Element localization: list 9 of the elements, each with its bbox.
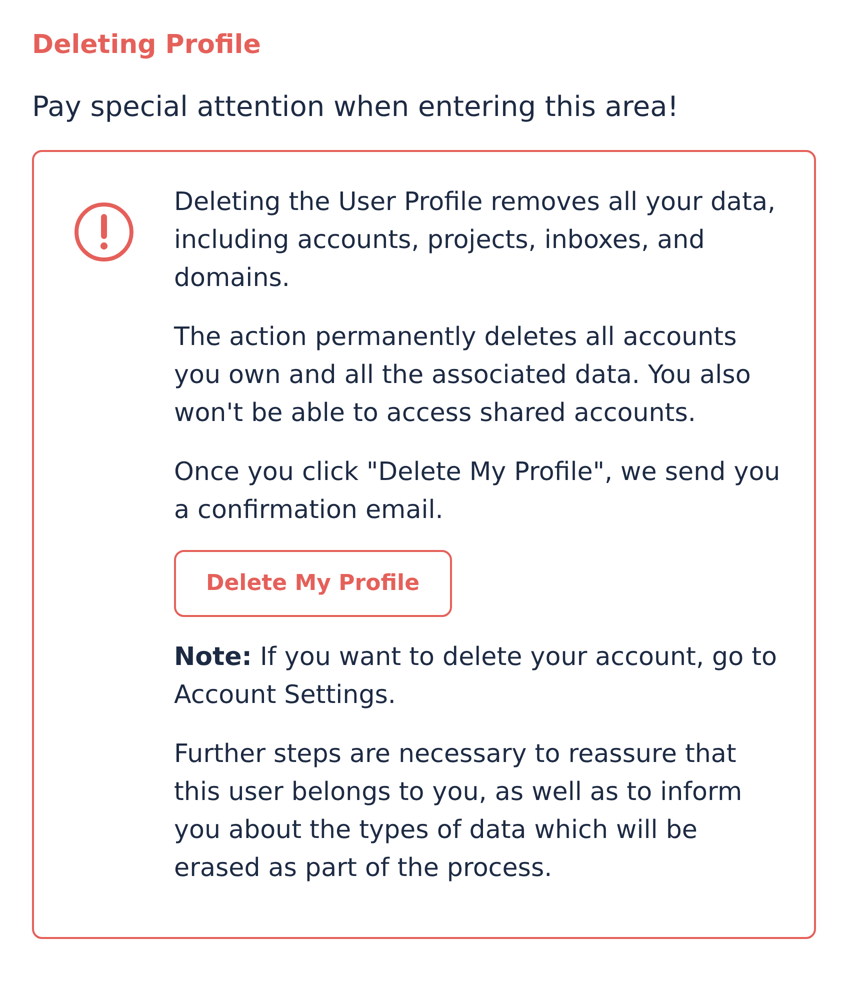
alert-icon xyxy=(74,202,134,262)
section-subtitle: Pay special attention when entering this area! xyxy=(32,89,679,125)
delete-profile-button[interactable]: Delete My Profile xyxy=(174,550,452,617)
body-text: The action permanently deletes all accounts you own and all the associated data. You also won't be able to access shared accounts. xyxy=(174,321,752,429)
body-text: Note: If you want to delete your account, go to Account Settings. xyxy=(174,641,778,711)
body-text: Once you click "Delete My Profile", we send you a confirmation email. xyxy=(174,456,782,526)
section-title: Deleting Profile xyxy=(32,29,261,62)
body-text: Deleting the User Profile removes all your data, including accounts, projects, inboxes, and domains. xyxy=(174,186,776,294)
body-text: Further steps are necessary to reassure that this user belongs to you, as well as to inform you about the types of data which will be erased as part of the process. xyxy=(174,738,744,884)
